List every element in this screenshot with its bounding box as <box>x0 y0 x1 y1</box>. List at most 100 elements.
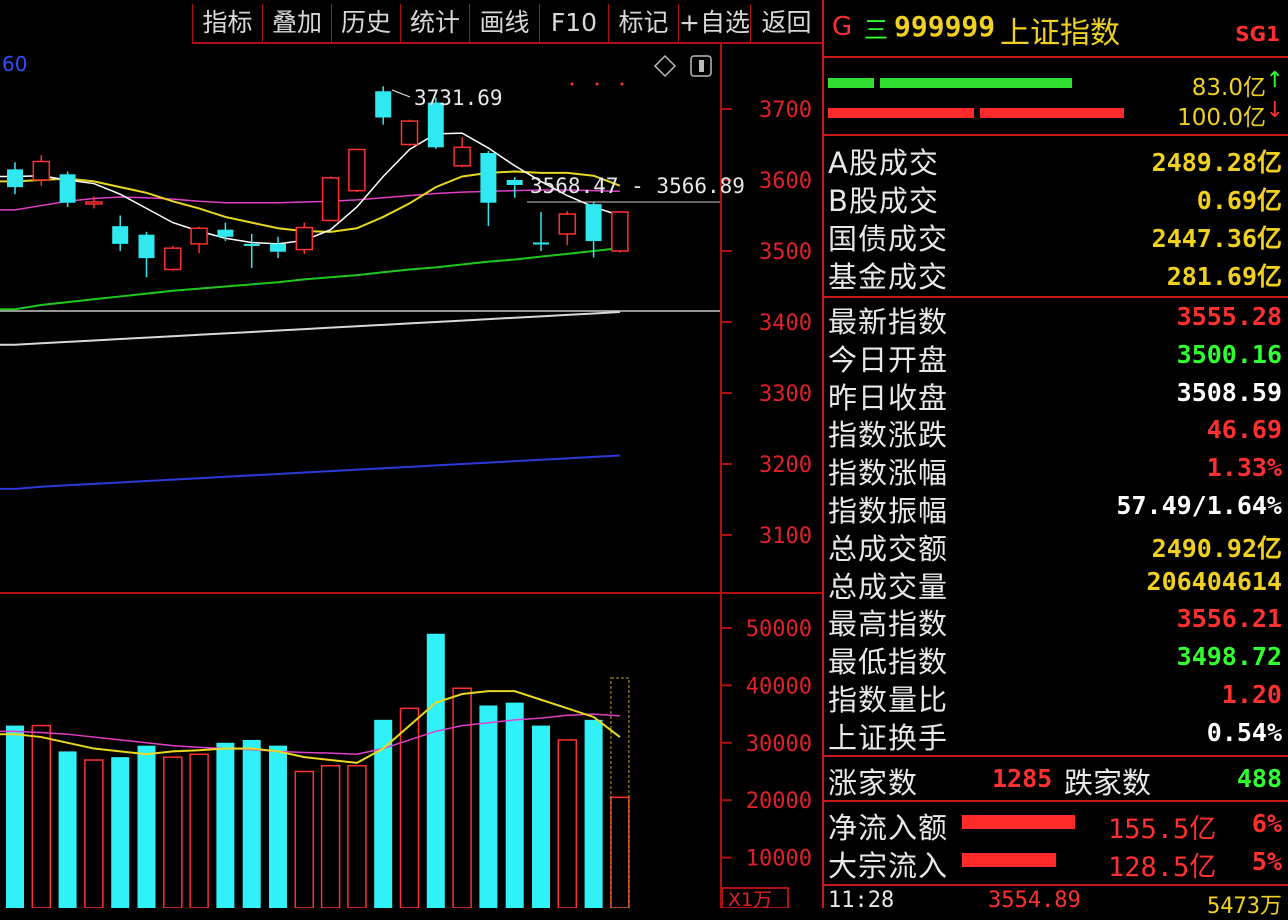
volume-bar <box>31 724 52 908</box>
candle-body <box>480 153 497 203</box>
buy-bar <box>880 78 1072 88</box>
g-label: G <box>832 12 853 42</box>
quote-label: 总成交额 <box>828 531 949 566</box>
candle-body <box>217 229 234 237</box>
ma20-line <box>0 189 620 211</box>
quote-value: 1.20 <box>1221 680 1282 709</box>
volume-bar <box>452 687 472 908</box>
menu-icon[interactable]: 三 <box>864 10 888 45</box>
down-count-value: 488 <box>1236 764 1282 793</box>
price-tick-label: 3400 <box>759 311 812 336</box>
quote-label: 指数量比 <box>828 683 949 717</box>
quote-value: 46.69 <box>1206 415 1282 445</box>
price-tick-label: 3200 <box>759 453 812 478</box>
stock-code: 999999 <box>894 10 996 43</box>
candle-body <box>295 226 314 251</box>
volume-bar <box>505 702 524 908</box>
toolbar-divider <box>192 42 822 44</box>
candle-body <box>7 169 23 188</box>
quote-value: 57.49/1.64% <box>1116 491 1282 520</box>
candle-body <box>400 120 419 146</box>
turnover-value: 2447.36亿 <box>1151 224 1282 253</box>
price-tick-label: 3700 <box>759 98 812 123</box>
volume-bar <box>294 770 315 908</box>
turnover-value: 0.69亿 <box>1196 186 1282 215</box>
sg-badge[interactable]: SG1 <box>1235 22 1280 46</box>
quote-label: 昨日收盘 <box>828 380 949 415</box>
toolbar-button-2[interactable]: 历史 <box>331 4 400 42</box>
candle-body <box>270 243 286 252</box>
quote-value: 3556.21 <box>1176 604 1282 634</box>
toolbar-button-4[interactable]: 画线 <box>469 4 539 42</box>
toolbar-button-3[interactable]: 统计 <box>400 4 469 42</box>
quote-value: 3508.59 <box>1176 377 1282 407</box>
marker-dot <box>595 82 599 86</box>
candle-body <box>190 227 208 245</box>
quote-label: 总成交量 <box>828 569 949 604</box>
quote-value: 1.33% <box>1206 453 1282 483</box>
sell-value: 100.0亿 <box>1177 105 1266 131</box>
panel-separator-0 <box>822 56 1288 58</box>
volume-bar <box>137 745 156 908</box>
volume-unit-label: X1万 <box>728 889 772 908</box>
quote-value: 2490.92亿 <box>1151 533 1282 563</box>
volume-bar <box>84 759 104 908</box>
buy-value: 83.0亿 <box>1191 75 1266 101</box>
toolbar-button-1[interactable]: 叠加 <box>262 4 331 42</box>
candle-body <box>558 213 577 235</box>
toolbar-button-6[interactable]: 标记 <box>608 4 678 42</box>
volume-bar <box>479 705 498 908</box>
quote-value: 206404614 <box>1146 566 1282 596</box>
volume-bar <box>320 765 341 908</box>
volume-bar <box>242 739 261 908</box>
ma60-line <box>0 247 621 311</box>
toolbar-button-8[interactable]: 返回 <box>750 4 822 42</box>
quote-label: 指数涨跌 <box>828 418 949 453</box>
indicator-label: 60 <box>2 52 27 76</box>
volume-bar <box>58 751 77 908</box>
quote-value: 3498.72 <box>1176 642 1282 672</box>
volume-bar <box>269 745 287 908</box>
volume-bar <box>532 725 550 908</box>
quote-label: 最高指数 <box>828 607 949 642</box>
quote-label: 最新指数 <box>828 305 949 339</box>
capital-flow-pct: 5% <box>1251 847 1282 876</box>
capital-flow-bar <box>962 853 1056 867</box>
panel-separator-1 <box>822 134 1288 136</box>
up-arrow-icon: ↑ <box>1265 68 1284 93</box>
turnover-label: A股成交 <box>828 146 939 180</box>
toolbar-button-5[interactable]: F10 <box>539 4 608 42</box>
stock-name: 上证指数 <box>1000 16 1120 51</box>
candle-body <box>348 148 366 192</box>
turnover-value: 281.69亿 <box>1166 262 1282 291</box>
toolbar-button-0[interactable]: 指标 <box>192 4 262 42</box>
candle-body <box>611 211 629 252</box>
volume-tick-label: 10000 <box>746 847 812 872</box>
candle-body <box>138 234 155 259</box>
volume-bar <box>557 739 578 908</box>
capital-flow-label: 大宗流入 <box>828 849 949 883</box>
price-tick-label: 3500 <box>759 240 812 265</box>
volume-bar <box>189 753 209 908</box>
candle-body <box>321 177 340 222</box>
quote-value: 0.54% <box>1206 717 1282 747</box>
candle-body <box>59 174 76 203</box>
ma120-line <box>0 311 620 346</box>
quote-label: 指数涨幅 <box>828 456 949 491</box>
price-tick-label: 3600 <box>759 169 812 194</box>
capital-flow-label: 净流入额 <box>828 811 949 845</box>
toolbar-button-7[interactable]: +自选 <box>678 4 750 42</box>
panel-border-left <box>822 0 824 908</box>
up-count-value: 1285 <box>992 764 1053 793</box>
quote-value: 3500.16 <box>1176 339 1282 369</box>
current-price-annotation: 3568.47 - 3566.89 <box>530 174 745 198</box>
price-tick-label: 3100 <box>759 524 812 549</box>
candle-body <box>32 160 51 181</box>
kline-chart[interactable]: 60 3700 3600 3500 3400 3300 3200 3100 50000 40000… <box>0 0 822 908</box>
quote-label: 最低指数 <box>828 645 949 680</box>
candle-body <box>533 242 549 245</box>
capital-flow-value: 155.5亿 <box>1108 814 1217 845</box>
price-tick-label: 3300 <box>759 382 812 407</box>
volume-tick-label: 50000 <box>746 617 812 642</box>
volume-tick-label: 30000 <box>746 732 812 757</box>
